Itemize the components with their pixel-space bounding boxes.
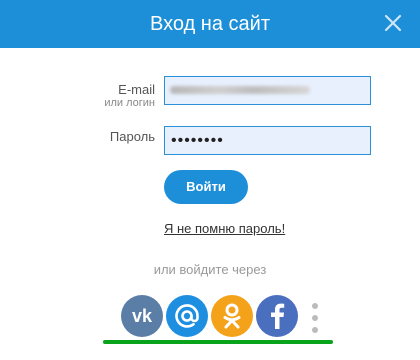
login-value-blurred	[170, 86, 310, 94]
odnoklassniki-login-button[interactable]	[211, 295, 253, 337]
facebook-icon	[271, 303, 285, 329]
close-icon	[384, 14, 402, 32]
odnoklassniki-icon	[223, 303, 241, 329]
mail-at-icon	[175, 304, 199, 328]
login-button[interactable]: Войти	[164, 170, 248, 204]
more-vertical-icon	[312, 303, 318, 309]
svg-text:vk: vk	[132, 306, 153, 326]
password-label: Пароль	[109, 129, 155, 144]
login-sublabel: или логин	[104, 97, 155, 109]
social-highlight-underline	[103, 340, 333, 344]
more-vertical-icon	[312, 315, 318, 321]
password-input[interactable]	[164, 126, 371, 155]
vk-icon: vk	[132, 306, 153, 326]
social-login-caption: или войдите через	[153, 262, 267, 277]
mailru-login-button[interactable]	[166, 295, 208, 337]
dialog-title: Вход на сайт	[150, 13, 270, 35]
login-label: E-mail	[118, 82, 155, 97]
facebook-login-button[interactable]	[256, 295, 298, 337]
vk-login-button[interactable]: vk	[121, 295, 163, 337]
forgot-password-link[interactable]: Я не помню пароль!	[164, 221, 285, 236]
more-vertical-icon	[312, 327, 318, 333]
more-providers-button[interactable]	[310, 301, 320, 335]
close-button[interactable]	[380, 10, 406, 36]
